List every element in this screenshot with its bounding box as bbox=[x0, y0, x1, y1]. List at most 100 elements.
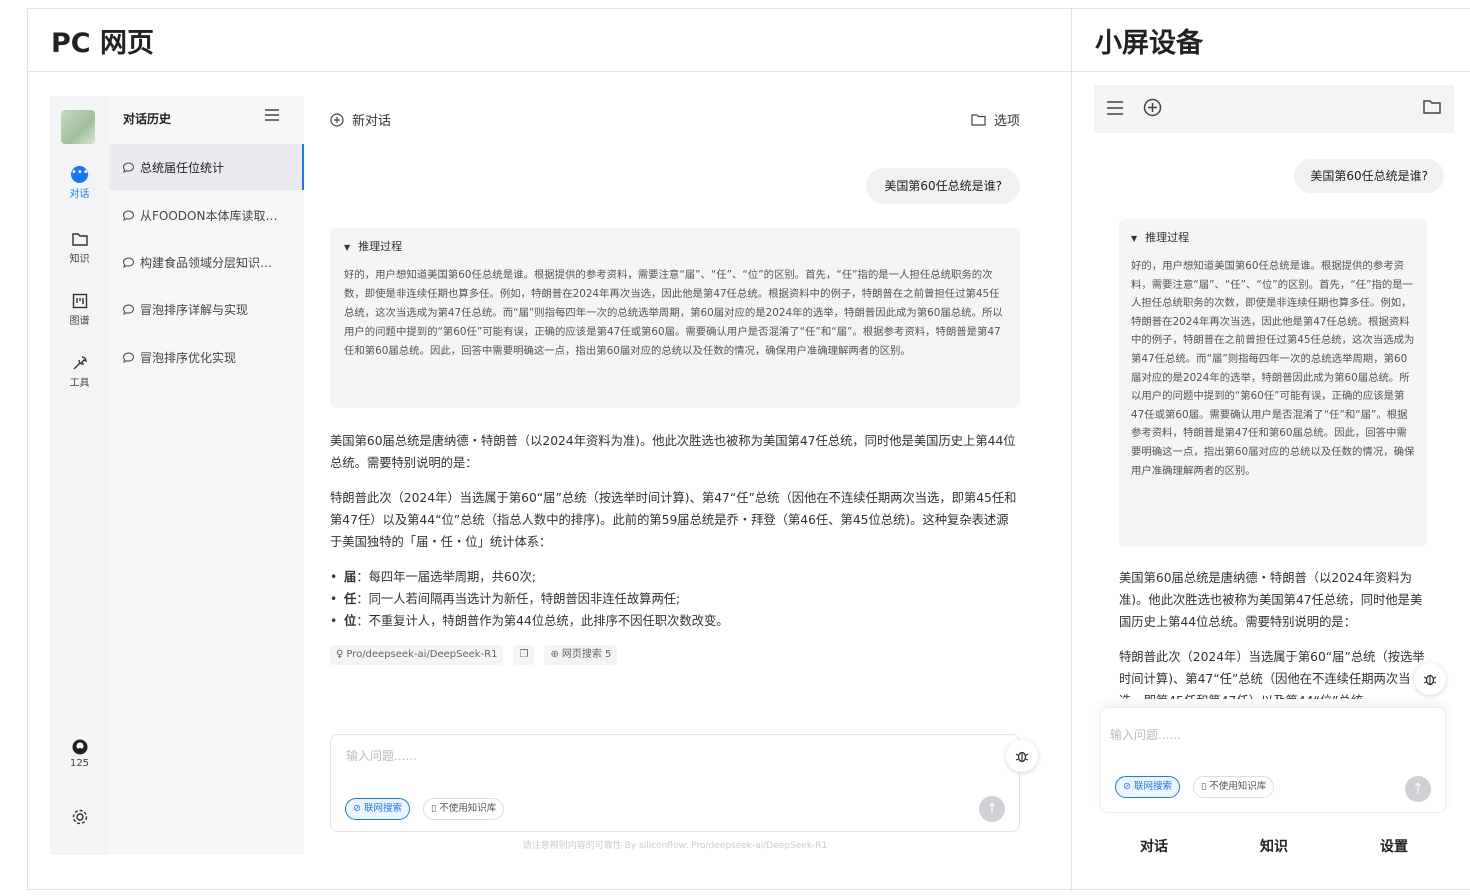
options-label: 选项 bbox=[993, 114, 1020, 129]
plus-circle-icon bbox=[330, 112, 344, 127]
history-item-label: 冒泡排序优化实现 bbox=[140, 350, 237, 365]
options-button[interactable]: 选项 bbox=[971, 110, 1020, 129]
reasoning-toggle[interactable]: ▼ 推理过程 bbox=[344, 238, 1006, 254]
graph-icon bbox=[72, 293, 87, 309]
menu-icon[interactable] bbox=[264, 108, 280, 122]
caret-down-icon: ▼ bbox=[1131, 234, 1138, 243]
web-search-toggle[interactable]: ⊘ 联网搜索 bbox=[345, 798, 410, 820]
message-input[interactable]: 输入问题...... ⊘ 联网搜索 ▯ 不使用知识库 ↑ bbox=[1100, 707, 1446, 813]
assistant-answer: 美国第60届总统是唐纳德・特朗普（以2024年资料为准)。他此次胜选也被称为美国… bbox=[330, 430, 1020, 632]
rail-item-tools[interactable]: 工具 bbox=[50, 354, 109, 389]
message-input[interactable]: 输入问题...... ⊘ 联网搜索 ▯ 不使用知识库 ↑ bbox=[330, 734, 1020, 832]
rail-item-chat[interactable]: ••• 对话 bbox=[50, 166, 109, 200]
nav-item-knowledge[interactable]: 知识 bbox=[1214, 827, 1334, 867]
github-icon bbox=[72, 739, 87, 755]
assistant-answer: 美国第60届总统是唐纳德・特朗普（以2024年资料为准)。他此次胜选也被称为美国… bbox=[1119, 567, 1431, 699]
reasoning-panel: ▼ 推理过程 好的，用户想知道美国第60任总统是谁。根据提供的参考资料，需要注意“… bbox=[330, 228, 1020, 408]
list-item: 位：不重复计人，特朗普作为第44位总统，此排序不因任职次数改变。 bbox=[330, 610, 1020, 632]
rail-item-knowledge[interactable]: 知识 bbox=[50, 230, 109, 265]
bullet-text: ：同一人若间隔再当选计为新任，特朗普因非连任故算两任; bbox=[356, 592, 681, 606]
globe-icon: ⊘ bbox=[1123, 781, 1131, 792]
small-section-title: 小屏设备 bbox=[1071, 9, 1470, 72]
doc-icon: ▯ bbox=[431, 803, 437, 814]
chat-bubble-icon bbox=[122, 257, 134, 268]
caret-down-icon: ▼ bbox=[344, 243, 351, 252]
avatar[interactable] bbox=[61, 110, 95, 144]
pc-section-title: PC 网页 bbox=[28, 9, 1071, 72]
no-kb-toggle[interactable]: ▯ 不使用知识库 bbox=[423, 798, 505, 820]
answer-list: 届：每四年一届选举周期，共60次; 任：同一人若间隔再当选计为新任，特朗普因非连… bbox=[330, 566, 1020, 632]
web-search-toggle[interactable]: ⊘ 联网搜索 bbox=[1115, 776, 1180, 798]
wrench-icon bbox=[73, 356, 87, 370]
history-item[interactable]: 冒泡排序详解与实现 bbox=[109, 286, 304, 332]
small-toolbar bbox=[1094, 85, 1454, 133]
list-item: 届：每四年一届选举周期，共60次; bbox=[330, 566, 1020, 588]
rail-label: 工具 bbox=[69, 378, 90, 389]
web-search-label: 联网搜索 bbox=[1133, 781, 1172, 792]
no-kb-label: 不使用知识库 bbox=[439, 803, 497, 814]
doc-icon: ▯ bbox=[1201, 781, 1207, 792]
rail-label: 图谱 bbox=[69, 316, 90, 327]
debug-button[interactable] bbox=[1006, 740, 1038, 772]
new-chat-button[interactable]: 新对话 bbox=[330, 110, 391, 129]
bullet-text: ：每四年一届选举周期，共60次; bbox=[356, 570, 536, 584]
chat-bubble-icon bbox=[122, 162, 134, 173]
copy-icon: ❐ bbox=[519, 649, 529, 660]
reasoning-toggle[interactable]: ▼ 推理过程 bbox=[1131, 229, 1415, 245]
web-search-chip[interactable]: ⊕ 网页搜索 5 bbox=[544, 645, 618, 665]
history-item[interactable]: 冒泡排序优化实现 bbox=[109, 334, 304, 380]
nav-item-chat[interactable]: 对话 bbox=[1094, 827, 1214, 867]
arrow-up-icon: ↑ bbox=[1412, 781, 1424, 797]
small-app: 美国第60任总统是谁? ▼ 推理过程 好的，用户想知道美国第60任总统是谁。根据提… bbox=[1094, 85, 1454, 885]
footnote: 请注意辨别内容的可靠性 By siliconflow: Pro/deepseek… bbox=[522, 841, 828, 851]
debug-button[interactable] bbox=[1414, 663, 1446, 695]
chat-area: 新对话 选项 美国第60任总统是谁? ▼ 推理过程 好的，用户想知道美国第60任总… bbox=[330, 96, 1038, 855]
send-button[interactable]: ↑ bbox=[1405, 776, 1431, 802]
new-chat-label: 新对话 bbox=[352, 114, 392, 129]
bottom-nav: 对话 知识 设置 bbox=[1094, 827, 1454, 867]
user-message: 美国第60任总统是谁? bbox=[866, 168, 1020, 204]
reasoning-title: 推理过程 bbox=[358, 240, 403, 253]
bullet-term: 届 bbox=[344, 570, 357, 584]
folder-icon bbox=[71, 233, 88, 246]
message-meta: ♀ Pro/deepseek-ai/DeepSeek-R1 ❐ ⊕ 网页搜索 5 bbox=[330, 645, 618, 665]
history-item[interactable]: 从FOODON本体库读取… bbox=[109, 192, 304, 238]
github-link[interactable]: 125 bbox=[50, 738, 109, 769]
menu-icon[interactable] bbox=[1106, 100, 1124, 116]
chat-icon: ••• bbox=[71, 166, 89, 183]
settings-button[interactable] bbox=[50, 808, 109, 828]
no-kb-toggle[interactable]: ▯ 不使用知识库 bbox=[1193, 776, 1275, 798]
chat-bubble-icon bbox=[122, 304, 134, 315]
history-item[interactable]: 总统届任位统计 bbox=[109, 144, 304, 190]
bullet-term: 位 bbox=[344, 614, 357, 628]
bullet-term: 任 bbox=[344, 592, 357, 606]
history-item-label: 构建食品领域分层知识… bbox=[140, 255, 273, 270]
web-search-count: 网页搜索 5 bbox=[561, 649, 612, 660]
copy-button[interactable]: ❐ bbox=[513, 645, 535, 665]
folder-icon[interactable] bbox=[1423, 99, 1441, 115]
input-placeholder: 输入问题...... bbox=[1110, 728, 1181, 742]
globe-icon: ⊘ bbox=[353, 803, 361, 814]
no-kb-label: 不使用知识库 bbox=[1209, 781, 1267, 792]
history-item-label: 总统届任位统计 bbox=[140, 160, 225, 175]
web-search-label: 联网搜索 bbox=[363, 803, 402, 814]
reasoning-title: 推理过程 bbox=[1145, 231, 1190, 244]
plus-circle-icon[interactable] bbox=[1143, 98, 1162, 117]
list-item: 任：同一人若间隔再当选计为新任，特朗普因非连任故算两任; bbox=[330, 588, 1020, 610]
chat-bubble-icon bbox=[122, 352, 134, 363]
answer-paragraph: 特朗普此次（2024年）当选属于第60“届”总统（按选举时间计算)、第47“任”… bbox=[330, 491, 1017, 549]
reasoning-text: 好的，用户想知道美国第60任总统是谁。根据提供的参考资料，需要注意“届”、“任”… bbox=[1131, 260, 1415, 477]
answer-paragraph: 美国第60届总统是唐纳德・特朗普（以2024年资料为准)。他此次胜选也被称为美国… bbox=[1119, 571, 1423, 629]
rail-item-graph[interactable]: 图谱 bbox=[50, 292, 109, 327]
bug-icon bbox=[1015, 751, 1029, 763]
gear-icon bbox=[72, 809, 87, 825]
bug-icon bbox=[1423, 674, 1437, 686]
bulb-icon: ♀ bbox=[336, 649, 344, 660]
history-item[interactable]: 构建食品领域分层知识… bbox=[109, 239, 304, 285]
send-button[interactable]: ↑ bbox=[979, 796, 1005, 822]
nav-item-settings[interactable]: 设置 bbox=[1334, 827, 1454, 867]
reasoning-text: 好的，用户想知道美国第60任总统是谁。根据提供的参考资料，需要注意“届”、“任”… bbox=[344, 269, 1003, 357]
reasoning-panel: ▼ 推理过程 好的，用户想知道美国第60任总统是谁。根据提供的参考资料，需要注意“… bbox=[1119, 219, 1427, 547]
rail-label: 知识 bbox=[69, 254, 90, 265]
history-panel: 对话历史 总统届任位统计 从FOODON本体库读取… 构建食品领域分层知识… 冒… bbox=[109, 96, 304, 855]
